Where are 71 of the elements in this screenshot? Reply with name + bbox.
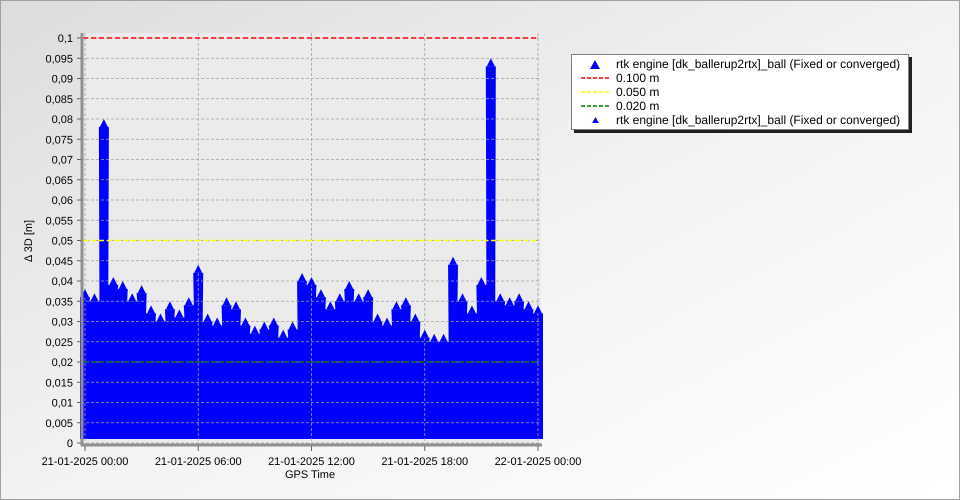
- data-point: [147, 305, 156, 314]
- data-point: [506, 297, 514, 306]
- legend-label: 0.050 m: [616, 84, 660, 101]
- tick-label: 0,005: [45, 418, 73, 430]
- tick-label: 0,085: [45, 94, 73, 106]
- data-point: [336, 293, 344, 302]
- data-point: [279, 330, 288, 338]
- tick-label: 21-01-2025 06:00: [154, 456, 242, 468]
- data-point: [204, 313, 212, 322]
- tick-label: 0,095: [45, 53, 73, 66]
- data-point: [326, 301, 334, 310]
- tick-label: 0,06: [52, 195, 73, 207]
- data-point: [118, 281, 127, 290]
- data-point: [430, 334, 438, 342]
- data-point: [468, 305, 476, 314]
- tick-label: 0,075: [45, 134, 73, 146]
- data-point: [496, 293, 504, 302]
- data-point: [222, 297, 231, 306]
- data-point: [411, 313, 420, 322]
- tick-label: 0,02: [52, 357, 73, 369]
- tick-label: 21-01-2025 12:00: [268, 456, 355, 468]
- tick-label: 0,1: [58, 33, 73, 45]
- data-point: [288, 322, 297, 330]
- tick-label: 0,03: [52, 316, 73, 328]
- data-point: [298, 272, 306, 281]
- tick-label: 0,09: [52, 74, 73, 86]
- legend-label: 0.020 m: [616, 98, 660, 115]
- tick-label: 0,04: [52, 276, 73, 288]
- tick-label: 22-01-2025 00:00: [494, 456, 582, 468]
- data-point: [100, 119, 108, 128]
- data-point: [316, 289, 325, 298]
- tick-label: 0,01: [52, 398, 73, 410]
- data-point: [515, 293, 524, 302]
- data-point: [420, 330, 429, 338]
- tick-label: 0: [66, 438, 73, 450]
- data-point: [194, 264, 202, 273]
- data-point: [90, 293, 98, 302]
- tick-label: 0,045: [45, 256, 73, 268]
- data-point: [402, 297, 410, 306]
- tick-label: 0,05: [52, 236, 73, 248]
- tick-label: 21-01-2025 18:00: [381, 456, 468, 468]
- tick-label: 21-01-2025 00:00: [42, 456, 128, 468]
- axis-title: GPS Time: [284, 469, 336, 481]
- data-point: [345, 281, 354, 290]
- data-point: [175, 309, 184, 318]
- data-point: [184, 297, 193, 306]
- tick-label: 0,065: [45, 174, 73, 187]
- axis-title: Δ 3D [m]: [23, 220, 35, 262]
- legend-label: rtk engine [dk_ballerup2rtx]_ball (Fixed or converged): [616, 56, 900, 73]
- tick-label: 0,07: [52, 154, 73, 166]
- data-point: [260, 322, 268, 330]
- tick-label: 0,025: [45, 336, 73, 349]
- data-point: [138, 285, 146, 294]
- data-point: [128, 293, 136, 302]
- data-point: [524, 301, 533, 310]
- data-point: [374, 313, 382, 322]
- data-point: [354, 293, 363, 302]
- data-point: [364, 289, 372, 298]
- legend-label: 0.100 m: [616, 70, 660, 87]
- data-point: [477, 277, 486, 285]
- data-point: [392, 301, 400, 310]
- tick-label: 0,035: [45, 296, 73, 308]
- legend-label: rtk engine [dk_ballerup2rtx]_ball (Fixed or converged): [616, 112, 900, 129]
- tick-label: 0,08: [52, 114, 73, 126]
- data-point: [166, 301, 174, 310]
- data-point: [458, 293, 466, 302]
- tick-label: 0,055: [45, 215, 73, 228]
- data-point: [449, 256, 458, 265]
- data-point: [440, 334, 448, 342]
- data-point: [250, 326, 259, 334]
- tick-label: 0,015: [45, 377, 73, 390]
